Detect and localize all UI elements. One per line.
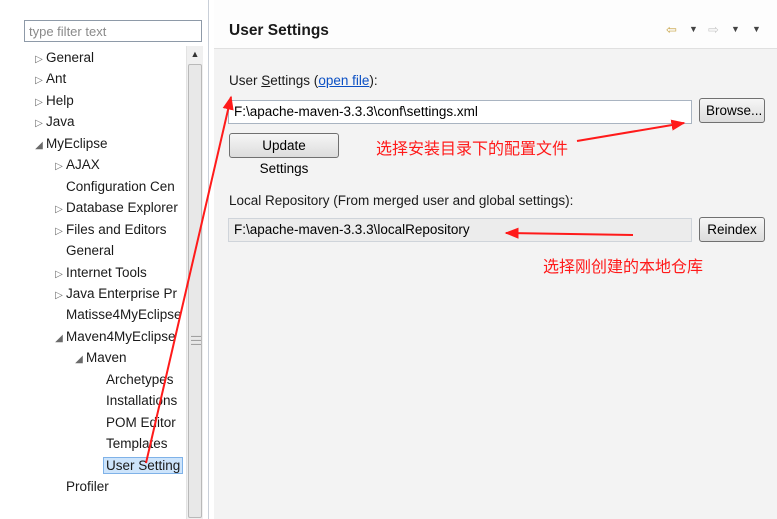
user-settings-label-suffix: ): (369, 73, 378, 88)
tree-item[interactable]: ▷ General (32, 47, 94, 68)
tree-item[interactable]: Archetypes (92, 369, 174, 390)
user-settings-label: User Settings (open file): (229, 73, 378, 88)
user-settings-label-rest: ettings ( (270, 73, 319, 88)
tree-item[interactable]: Matisse4MyEclipse (52, 304, 182, 325)
tree-item-label: Maven4MyEclipse (66, 328, 176, 344)
tree-item-label: Files and Editors (66, 221, 167, 237)
tree-item-label: Database Explorer (66, 200, 178, 216)
tree-item-label: Archetypes (106, 371, 174, 387)
tree-item-label: Matisse4MyEclipse (66, 307, 182, 323)
tree-item-label: Java Enterprise Pr (66, 285, 178, 301)
update-settings-button[interactable]: Update Settings (229, 133, 339, 176)
expand-arrow-icon[interactable]: ▷ (32, 113, 46, 134)
expand-arrow-icon[interactable]: ▷ (32, 92, 46, 113)
tree-item[interactable]: Templates (92, 433, 168, 454)
tree-item-label: Help (46, 92, 74, 108)
tree-item-label: POM Editor (106, 414, 176, 430)
scroll-thumb[interactable]: — — — (188, 64, 202, 518)
settings-annotation: 选择安装目录下的配置文件 (376, 141, 569, 158)
tree-item[interactable]: ▷ AJAX (52, 154, 100, 175)
tree-item[interactable]: ▷ Internet Tools (52, 262, 147, 283)
preferences-tree-pane: ▷General▷Ant▷Help▷Java◢MyEclipse▷AJAXCon… (0, 0, 209, 519)
expand-arrow-icon[interactable]: ▷ (52, 156, 66, 177)
tree-item[interactable]: ◢ MyEclipse (32, 133, 108, 156)
tree-item[interactable]: ▷ Files and Editors (52, 219, 167, 242)
tree-item-label: Java (46, 114, 75, 130)
tree-item[interactable]: Configuration Cen (52, 176, 175, 197)
tree-item[interactable]: ▷ Java (32, 111, 75, 134)
tree-item[interactable]: Profiler (52, 476, 109, 497)
tree-item-label: Internet Tools (66, 264, 147, 280)
tree-item[interactable]: Installations (92, 390, 177, 411)
user-settings-label-mnemonic: S (261, 73, 271, 88)
local-repository-path-field: F:\apache-maven-3.3.3\localRepository (228, 218, 692, 242)
forward-arrow-icon[interactable]: ⇨ (708, 22, 719, 38)
back-arrow-icon[interactable]: ⇦ (666, 22, 677, 38)
tree-item-label: MyEclipse (46, 135, 108, 151)
local-repository-label: Local Repository (From merged user and g… (229, 193, 574, 208)
scroll-grip-icon: — — — (191, 331, 201, 350)
tree-item-label: General (46, 50, 95, 65)
user-settings-label-prefix: User (229, 73, 262, 88)
reindex-button[interactable]: Reindex (699, 217, 765, 242)
expand-arrow-icon[interactable]: ▷ (52, 264, 66, 285)
expand-arrow-icon[interactable]: ▷ (52, 221, 66, 242)
tree-item[interactable]: ▷ Ant (32, 68, 66, 89)
expand-arrow-icon[interactable]: ▷ (32, 49, 46, 70)
tree-item[interactable]: POM Editor (92, 412, 176, 433)
repository-annotation: 选择刚创建的本地仓库 (543, 259, 704, 276)
tree-item-label: Profiler (66, 479, 109, 494)
tree-item[interactable]: ▷ Java Enterprise Pr (52, 283, 177, 304)
tree-item[interactable]: ▷ Help (32, 90, 74, 111)
expand-arrow-icon[interactable]: ▷ (52, 199, 66, 220)
expand-arrow-icon[interactable]: ▷ (32, 70, 46, 91)
collapse-arrow-icon[interactable]: ◢ (52, 328, 66, 349)
back-dropdown-icon[interactable]: ▼ (689, 24, 698, 34)
view-menu-icon[interactable]: ▼ (752, 24, 761, 34)
expand-arrow-icon[interactable]: ▷ (52, 285, 66, 306)
tree-item-label: User Setting (103, 456, 184, 474)
tree-item-label: Templates (106, 436, 168, 452)
tree-item-label: AJAX (66, 157, 100, 173)
tree-item-label: Ant (46, 71, 67, 87)
open-file-link[interactable]: open file (318, 73, 369, 88)
tree-item-label: Installations (106, 393, 178, 409)
tree-item[interactable]: ◢ Maven (72, 347, 127, 370)
tree-item-label: Maven (86, 350, 127, 366)
page-header: User Settings ⇦ ▼ ⇨ ▼ ▼ (214, 0, 777, 49)
page-title: User Settings (229, 22, 329, 39)
collapse-arrow-icon[interactable]: ◢ (32, 135, 46, 156)
tree-item[interactable]: ◢ Maven4MyEclipse (52, 326, 176, 349)
tree-scrollbar[interactable]: ▲ — — — (186, 46, 203, 519)
tree-item-label: General (66, 243, 115, 259)
tree-item-label: Configuration Cen (66, 178, 175, 194)
browse-button[interactable]: Browse... (699, 98, 765, 123)
tree-item[interactable]: User Setting (92, 455, 184, 476)
tree-item[interactable]: General (52, 240, 114, 261)
collapse-arrow-icon[interactable]: ◢ (72, 349, 86, 370)
filter-input[interactable] (24, 20, 202, 42)
tree-item[interactable]: ▷ Database Explorer (52, 197, 178, 218)
user-settings-path-field[interactable]: F:\apache-maven-3.3.3\conf\settings.xml (228, 100, 692, 124)
scroll-up-arrow-icon[interactable]: ▲ (187, 46, 203, 63)
forward-dropdown-icon[interactable]: ▼ (731, 24, 740, 34)
